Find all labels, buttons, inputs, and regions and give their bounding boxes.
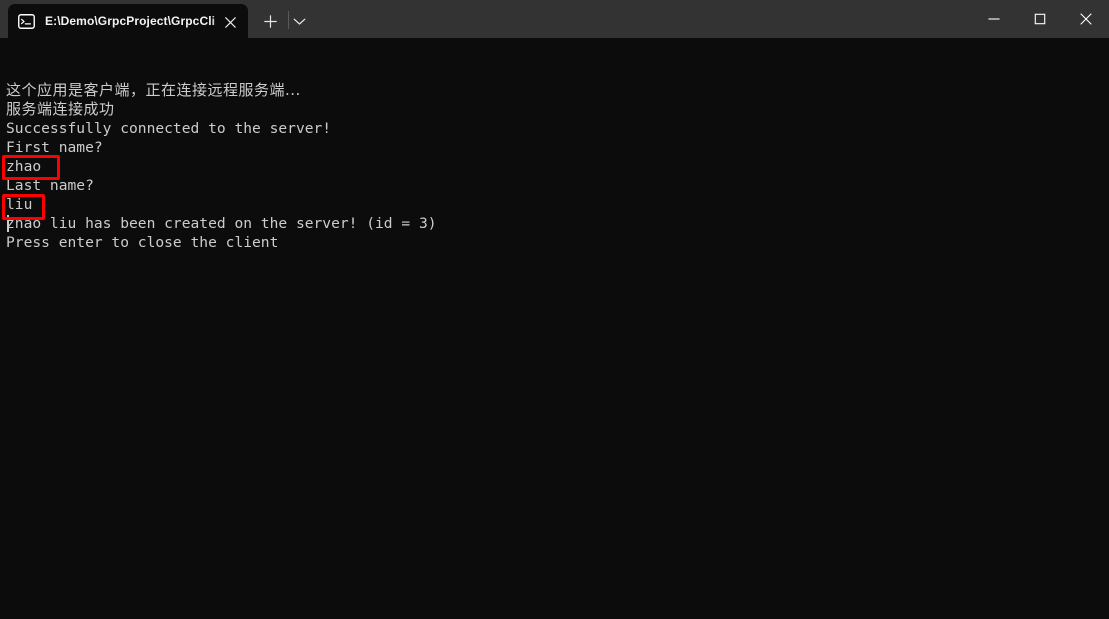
terminal-cursor	[7, 215, 9, 232]
command-prompt-icon	[18, 13, 35, 29]
terminal-lines: 这个应用是客户端，正在连接远程服务端... 服务端连接成功 Successfully…	[6, 81, 1109, 252]
terminal-line: Successfully connected to the server!	[6, 120, 332, 137]
window-controls	[971, 0, 1109, 38]
terminal-line: Press enter to close the client	[6, 234, 279, 251]
tab-grpc-client[interactable]: E:\Demo\GrpcProject\GrpcCli	[8, 4, 248, 38]
new-tab-button[interactable]	[256, 8, 284, 34]
tab-dropdown-button[interactable]	[286, 8, 312, 34]
terminal-output-area[interactable]: 这个应用是客户端，正在连接远程服务端... 服务端连接成功 Successfully…	[0, 38, 1109, 619]
terminal-line: First name?	[6, 139, 103, 156]
maximize-button[interactable]	[1017, 0, 1063, 38]
tab-title: E:\Demo\GrpcProject\GrpcCli	[45, 14, 216, 28]
terminal-line: Last name?	[6, 177, 94, 194]
terminal-line: zhao liu has been created on the server!…	[6, 215, 437, 232]
title-bar: E:\Demo\GrpcProject\GrpcCli	[0, 0, 1109, 38]
terminal-line: zhao	[6, 158, 42, 175]
close-window-button[interactable]	[1063, 0, 1109, 38]
terminal-line: 服务端连接成功	[6, 100, 115, 118]
terminal-line: liu	[6, 196, 33, 213]
terminal-window: E:\Demo\GrpcProject\GrpcCli 这个应用是客户端，正在连…	[0, 0, 1109, 619]
tab-strip: E:\Demo\GrpcProject\GrpcCli	[0, 0, 1109, 38]
terminal-line: 这个应用是客户端，正在连接远程服务端...	[6, 81, 301, 99]
tab-close-icon[interactable]	[220, 12, 240, 32]
minimize-button[interactable]	[971, 0, 1017, 38]
